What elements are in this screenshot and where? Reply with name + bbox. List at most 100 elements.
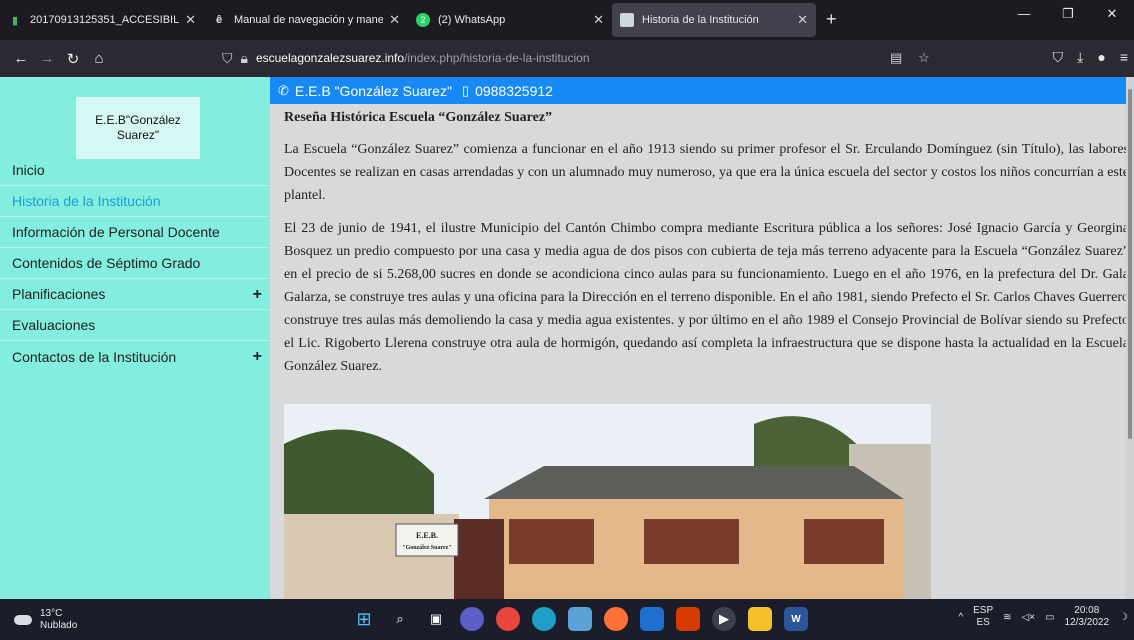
clock-date: 12/3/2022 <box>1064 617 1110 628</box>
window-controls: — ❐ ✕ <box>1002 6 1134 22</box>
weather-widget[interactable]: 13°C Nublado <box>14 608 77 632</box>
tab-manual[interactable]: ê Manual de navegación y manej ✕ <box>204 3 408 37</box>
chevron-up-icon[interactable]: ^ <box>958 612 963 623</box>
clock-time: 20:08 <box>1074 605 1100 616</box>
browser-nav-bar: ← → ↻ ⌂ ⛉ 🔒︎ escuelagonzalezsuarez.info … <box>0 40 1134 77</box>
url-path: /index.php/historia-de-la-institucion <box>404 51 590 65</box>
pocket-icon[interactable]: ⛉ <box>1053 49 1064 66</box>
sidebar-item-evaluaciones[interactable]: Evaluaciones <box>0 310 270 341</box>
minimize-icon[interactable]: — <box>1002 6 1046 22</box>
firefox-icon[interactable] <box>604 607 628 631</box>
close-window-icon[interactable]: ✕ <box>1090 6 1134 22</box>
toolbar-icons: ⛉ ⤓ ● ≡ <box>1053 49 1128 66</box>
search-icon[interactable]: ⌕ <box>388 607 412 631</box>
scrollbar-thumb[interactable] <box>1128 89 1132 439</box>
language-code: ESP <box>973 605 994 616</box>
phone-icon: ✆ <box>278 82 289 98</box>
expand-plus-icon[interactable]: + <box>253 286 262 304</box>
tab-label: Historia de la Institución <box>642 14 759 26</box>
taskbar-apps: ⊞ ⌕ ▣ ▶ W <box>352 607 808 631</box>
sidebar-item-historia[interactable]: Historia de la Institución <box>0 186 270 217</box>
sidebar: E.E.B"González Suarez" Inicio Historia d… <box>0 77 270 599</box>
expand-plus-icon[interactable]: + <box>253 348 262 366</box>
school-photo: E.E.B. "González Suarez" <box>284 404 931 599</box>
keyboard-layout: ES <box>976 617 990 628</box>
photo-sign-line2: "González Suarez" <box>402 545 451 551</box>
shield-icon[interactable]: ⛉ <box>222 50 233 67</box>
address-bar[interactable]: ⛉ 🔒︎ escuelagonzalezsuarez.info /index.p… <box>222 46 942 70</box>
back-arrow-icon[interactable]: ← <box>8 50 34 67</box>
volume-icon[interactable]: ◁× <box>1022 612 1036 623</box>
close-tab-icon[interactable]: ✕ <box>593 12 604 28</box>
tab-accesibilidad[interactable]: ▮ 20170913125351_ACCESIBILIDAD_Y_ ✕ <box>0 3 204 37</box>
article-paragraph-1: La Escuela “González Suarez” comienza a … <box>284 142 1129 203</box>
article-paragraph-2: El 23 de junio de 1941, el ilustre Munic… <box>284 221 1129 374</box>
chrome-icon[interactable] <box>496 607 520 631</box>
close-tab-icon[interactable]: ✕ <box>185 12 196 28</box>
system-tray: ^ ESP ES ≋ ◁× ▭ 20:08 12/3/2022 ☽ <box>958 605 1128 629</box>
site-logo[interactable]: E.E.B"González Suarez" <box>76 97 200 159</box>
photo-sign-line1: E.E.B. <box>416 531 438 540</box>
cloud-icon <box>14 615 32 625</box>
tab-whatsapp[interactable]: 2 (2) WhatsApp ✕ <box>408 3 612 37</box>
sidebar-item-planificaciones[interactable]: Planificaciones + <box>0 279 270 310</box>
article: Reseña Histórica Escuela “González Suare… <box>270 104 1129 378</box>
edge-icon[interactable] <box>532 607 556 631</box>
account-icon[interactable]: ● <box>1097 49 1105 66</box>
tab-historia[interactable]: Historia de la Institución ✕ <box>612 3 816 37</box>
office-icon[interactable] <box>676 607 700 631</box>
sidebar-item-inicio[interactable]: Inicio <box>0 155 270 186</box>
new-tab-button[interactable]: + <box>826 9 837 30</box>
close-tab-icon[interactable]: ✕ <box>797 12 808 28</box>
task-view-icon[interactable]: ▣ <box>424 607 448 631</box>
reader-view-icon[interactable]: ▤ <box>890 50 902 66</box>
media-player-icon[interactable]: ▶ <box>712 607 736 631</box>
page-scrollbar[interactable] <box>1126 77 1134 599</box>
home-icon[interactable]: ⌂ <box>86 50 112 67</box>
word-icon[interactable]: W <box>784 607 808 631</box>
menu-icon[interactable]: ≡ <box>1120 49 1128 66</box>
tab-label: (2) WhatsApp <box>438 14 506 26</box>
wifi-icon[interactable]: ≋ <box>1003 612 1011 623</box>
whatsapp-icon: 2 <box>416 13 430 27</box>
language-indicator[interactable]: ESP ES <box>973 605 993 629</box>
teams-chat-icon[interactable] <box>460 607 484 631</box>
reload-icon[interactable]: ↻ <box>60 50 86 68</box>
sidebar-item-label: Historia de la Institución <box>12 193 161 209</box>
sidebar-item-label: Evaluaciones <box>12 317 96 333</box>
sidebar-item-label: Contenidos de Séptimo Grado <box>12 255 201 271</box>
edge-e-icon: ê <box>215 14 223 26</box>
battery-icon[interactable]: ▭ <box>1045 612 1054 623</box>
contact-phone[interactable]: 0988325912 <box>475 83 553 99</box>
site-favicon <box>620 13 634 27</box>
contact-name: E.E.B "González Suarez" <box>294 82 452 99</box>
sidebar-item-label: Información de Personal Docente <box>12 224 220 240</box>
sidebar-menu: Inicio Historia de la Institución Inform… <box>0 155 270 372</box>
mail-icon[interactable] <box>640 607 664 631</box>
photos-icon[interactable] <box>568 607 592 631</box>
weather-temperature: 13°C <box>40 608 63 619</box>
article-title: Reseña Histórica Escuela “González Suare… <box>284 110 553 125</box>
document-icon: ▮ <box>11 14 19 27</box>
restore-icon[interactable]: ❐ <box>1046 6 1090 22</box>
bookmark-star-icon[interactable]: ☆ <box>918 50 930 66</box>
download-icon[interactable]: ⤓ <box>1077 49 1083 66</box>
web-page: E.E.B"González Suarez" Inicio Historia d… <box>0 77 1134 599</box>
sidebar-item-personal-docente[interactable]: Información de Personal Docente <box>0 217 270 248</box>
browser-tab-bar: ▮ 20170913125351_ACCESIBILIDAD_Y_ ✕ ê Ma… <box>0 0 1134 40</box>
sidebar-item-septimo-grado[interactable]: Contenidos de Séptimo Grado <box>0 248 270 279</box>
sidebar-item-label: Contactos de la Institución <box>12 348 177 365</box>
file-explorer-icon[interactable] <box>748 607 772 631</box>
lock-icon[interactable]: 🔒︎ <box>241 50 248 67</box>
windows-start-icon[interactable]: ⊞ <box>352 607 376 631</box>
tab-label: Manual de navegación y manej <box>234 14 384 26</box>
mobile-icon: ▯ <box>461 82 470 98</box>
sidebar-item-contactos[interactable]: Contactos de la Institución + <box>0 341 270 372</box>
sidebar-item-label: Planificaciones <box>12 286 106 302</box>
notification-icon[interactable]: ☽ <box>1119 612 1128 623</box>
forward-arrow-icon[interactable]: → <box>34 50 60 67</box>
taskbar: 13°C Nublado ⊞ ⌕ ▣ ▶ W ^ ESP ES ≋ ◁× ▭ 2… <box>0 599 1134 640</box>
close-tab-icon[interactable]: ✕ <box>389 12 400 28</box>
url-host: escuelagonzalezsuarez.info <box>255 51 405 65</box>
clock[interactable]: 20:08 12/3/2022 <box>1065 605 1110 629</box>
